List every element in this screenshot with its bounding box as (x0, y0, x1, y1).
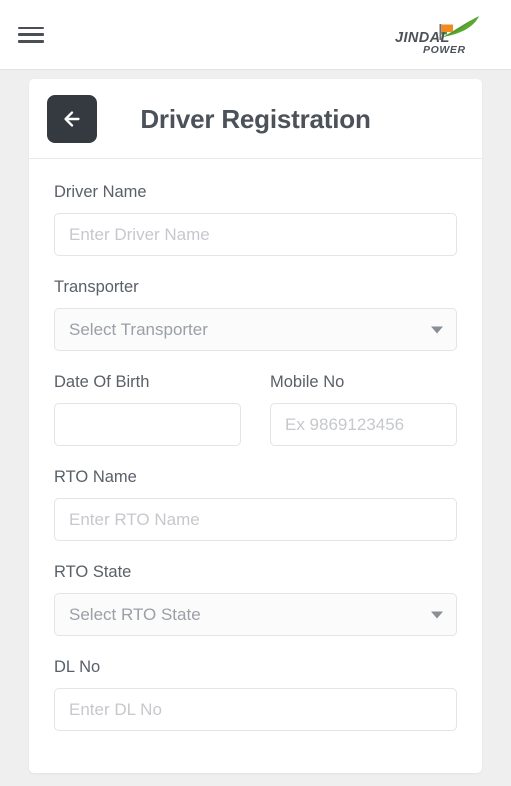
label-date-of-birth: Date Of Birth (54, 373, 150, 391)
label-rto-state: RTO State (54, 563, 132, 581)
label-mobile-no: Mobile No (270, 373, 345, 391)
rto-state-select[interactable]: Select RTO State (54, 593, 457, 636)
hamburger-bar-3 (18, 40, 44, 43)
dob-mobile-row: Date Of Birth Mobile No (54, 373, 457, 468)
card-header: Driver Registration (29, 79, 482, 159)
page-title: Driver Registration (140, 103, 371, 134)
field-transporter: Transporter Select Transporter (54, 278, 457, 351)
field-rto-state: RTO State Select RTO State (54, 563, 457, 636)
svg-text:POWER: POWER (423, 44, 466, 56)
field-dl-no: DL No (54, 658, 457, 731)
label-transporter: Transporter (54, 278, 139, 296)
label-rto-name: RTO Name (54, 468, 137, 486)
hamburger-bar-2 (18, 33, 44, 36)
mobile-no-input[interactable] (270, 403, 457, 446)
arrow-left-icon (64, 111, 80, 127)
dl-no-input[interactable] (54, 688, 457, 731)
driver-name-input[interactable] (54, 213, 457, 256)
field-rto-name: RTO Name (54, 468, 457, 541)
top-navbar: JINDAL POWER (0, 0, 511, 70)
jindal-power-logo: JINDAL POWER (387, 13, 483, 57)
field-date-of-birth: Date Of Birth (54, 373, 241, 446)
hamburger-menu-icon[interactable] (18, 25, 44, 45)
driver-registration-card: Driver Registration Driver Name Transpor… (29, 79, 482, 773)
field-mobile-no: Mobile No (270, 373, 457, 446)
field-driver-name: Driver Name (54, 183, 457, 256)
rto-name-input[interactable] (54, 498, 457, 541)
label-driver-name: Driver Name (54, 183, 147, 201)
hamburger-bar-1 (18, 26, 44, 29)
label-dl-no: DL No (54, 658, 101, 676)
back-button[interactable] (47, 95, 97, 143)
transporter-select[interactable]: Select Transporter (54, 308, 457, 351)
driver-registration-form: Driver Name Transporter Select Transport… (29, 159, 482, 773)
page-content: Driver Registration Driver Name Transpor… (0, 70, 511, 786)
date-of-birth-input[interactable] (54, 403, 241, 446)
